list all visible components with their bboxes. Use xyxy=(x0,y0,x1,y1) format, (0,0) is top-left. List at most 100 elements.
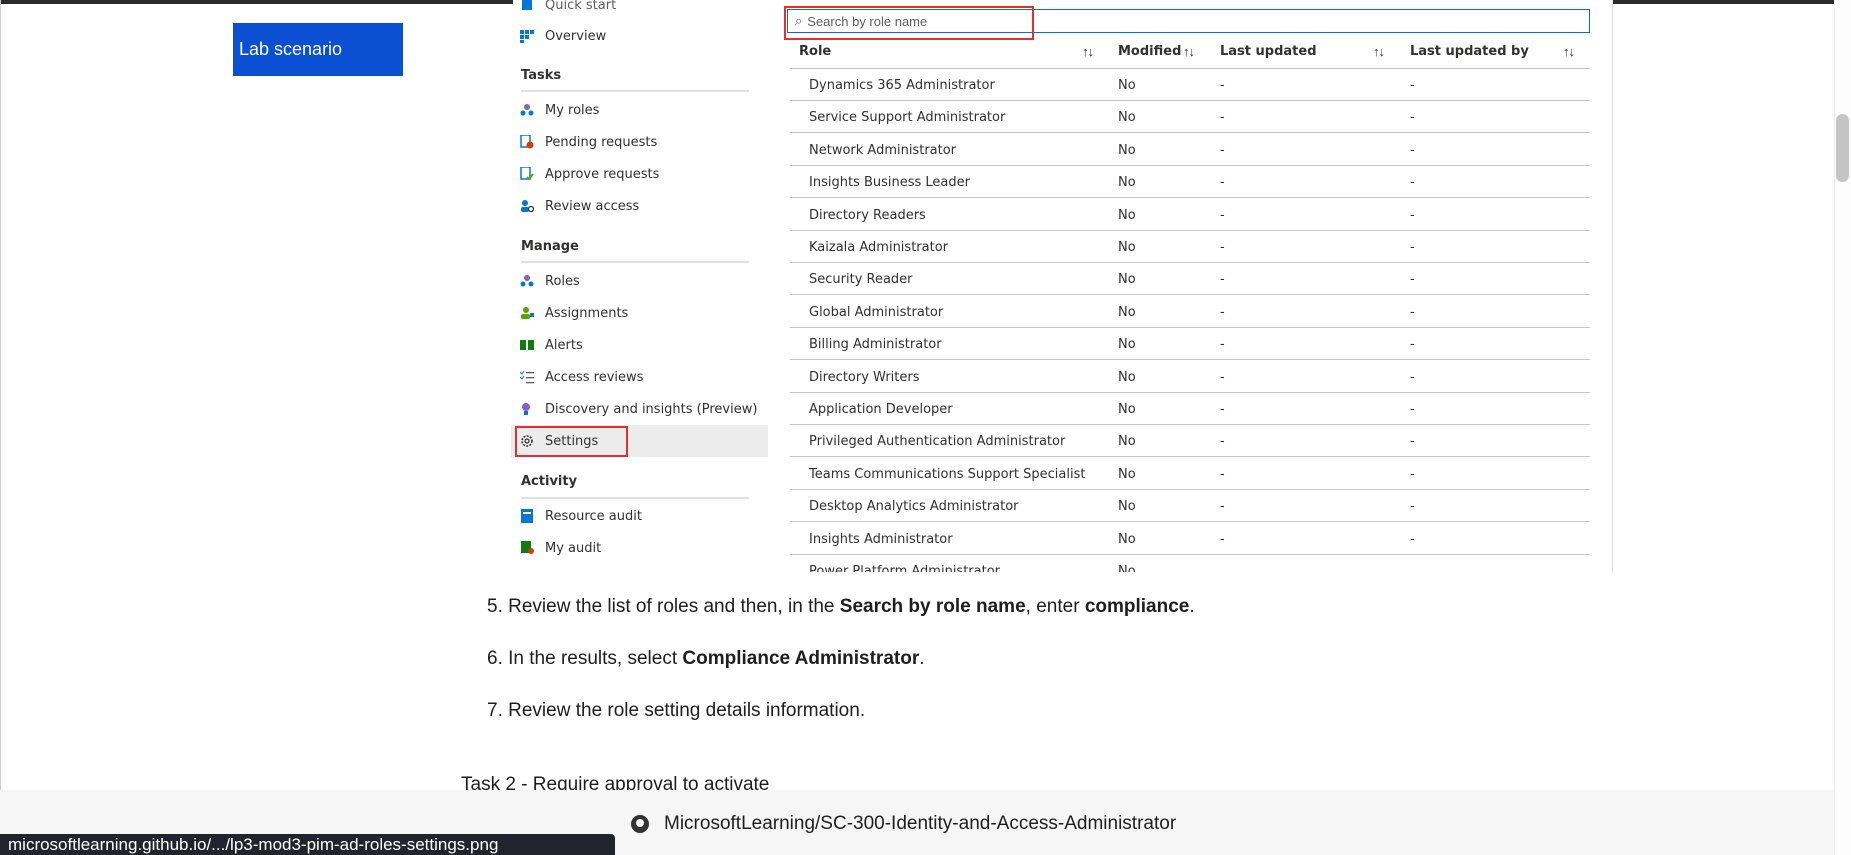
last-updated-by-cell: - xyxy=(1410,434,1415,450)
activity-header: Activity xyxy=(521,474,578,489)
audit-person-icon xyxy=(520,541,534,555)
last-updated-cell: - xyxy=(1220,499,1225,515)
divider xyxy=(521,497,749,499)
last-updated-cell: - xyxy=(1220,240,1225,255)
lightbulb-icon xyxy=(520,402,534,416)
github-icon xyxy=(631,815,649,833)
people-icon xyxy=(520,103,534,117)
role-name-cell: Directory Writers xyxy=(809,369,920,385)
lab-scenario-button[interactable]: Lab scenario xyxy=(233,23,403,76)
last-updated-cell: - xyxy=(1220,142,1225,158)
last-updated-by-cell: - xyxy=(1410,337,1415,353)
column-header-modified: Modified xyxy=(1118,44,1182,59)
sort-icon: ↑↓ xyxy=(1373,44,1385,59)
person-search-icon xyxy=(520,199,535,213)
table-row[interactable]: Privileged Authentication Administrator N… xyxy=(790,425,1590,458)
table-row[interactable]: Insights Administrator No - - xyxy=(790,523,1590,555)
sidebar-item-quick-start: Quick start xyxy=(520,0,616,19)
table-row[interactable]: Billing Administrator No - - xyxy=(790,328,1590,361)
role-name-cell: Global Administrator xyxy=(809,304,944,320)
sort-icon: ↑↓ xyxy=(1183,44,1195,59)
table-row[interactable]: Dynamics 365 Administrator No - - xyxy=(790,69,1590,101)
book-icon xyxy=(520,338,534,352)
table-row[interactable]: Kaizala Administrator No - - xyxy=(790,231,1590,263)
last-updated-by-cell: - xyxy=(1410,369,1415,385)
role-name-cell: Service Support Administrator xyxy=(809,110,1006,126)
last-updated-by-cell: - xyxy=(1410,142,1415,158)
last-updated-by-cell: - xyxy=(1410,531,1415,547)
modified-cell: No xyxy=(1118,272,1136,288)
sidebar-item-alerts: Alerts xyxy=(520,331,583,359)
modified-cell: No xyxy=(1118,434,1136,450)
step-6: 6. In the results, select Compliance Adm… xyxy=(487,648,925,669)
scrollbar-thumb[interactable] xyxy=(1836,114,1849,182)
last-updated-cell: - xyxy=(1220,337,1225,353)
role-name-cell: Directory Readers xyxy=(809,207,926,223)
document-clock-icon xyxy=(520,134,534,149)
role-name-cell: Security Reader xyxy=(809,272,913,288)
table-row[interactable]: Global Administrator No - - xyxy=(790,296,1590,328)
step-5: 5. Review the list of roles and then, in… xyxy=(487,596,1195,617)
sort-icon: ↑↓ xyxy=(1082,44,1094,59)
people-icon xyxy=(520,274,534,288)
last-updated-cell: - xyxy=(1220,78,1225,93)
last-updated-cell: - xyxy=(1220,272,1225,288)
modified-cell: No xyxy=(1118,240,1136,255)
sidebar-item-access-reviews: Access reviews xyxy=(519,363,643,391)
document-check-icon xyxy=(520,166,534,181)
last-updated-cell: - xyxy=(1220,402,1225,417)
sidebar-item-overview: Overview xyxy=(520,22,606,50)
role-name-cell: Desktop Analytics Administrator xyxy=(809,499,1019,515)
role-name-cell: Privileged Authentication Administrator xyxy=(809,434,1066,450)
modified-cell: No xyxy=(1118,110,1136,126)
sidebar-item-approve-requests: Approve requests xyxy=(520,160,659,188)
role-name-cell: Insights Business Leader xyxy=(809,175,970,191)
last-updated-cell: - xyxy=(1220,110,1225,126)
repo-link[interactable]: MicrosoftLearning/SC-300-Identity-and-Ac… xyxy=(664,813,1176,835)
person-add-icon xyxy=(520,306,534,320)
last-updated-by-cell: - xyxy=(1410,272,1415,288)
last-updated-cell: - xyxy=(1220,434,1225,450)
modified-cell: No xyxy=(1118,142,1136,158)
modified-cell: No xyxy=(1118,175,1136,191)
table-row[interactable]: Insights Business Leader No - - xyxy=(790,166,1590,199)
table-row[interactable]: Service Support Administrator No - - xyxy=(790,101,1590,134)
column-header-last-updated-by: Last updated by xyxy=(1410,44,1529,59)
last-updated-cell: - xyxy=(1220,466,1225,482)
column-header-role: Role xyxy=(799,44,832,59)
modified-cell: No xyxy=(1118,499,1136,515)
table-row[interactable]: Application Developer No - - xyxy=(790,393,1590,425)
modified-cell: No xyxy=(1118,531,1136,547)
sidebar-item-my-roles: My roles xyxy=(520,96,599,124)
last-updated-by-cell: - xyxy=(1410,175,1415,191)
overview-icon xyxy=(520,29,534,43)
screenshot-border xyxy=(1612,0,1613,572)
column-header-last-updated: Last updated xyxy=(1220,44,1317,59)
last-updated-by-cell: - xyxy=(1410,402,1415,417)
left-edge xyxy=(0,0,1,855)
modified-cell: No xyxy=(1118,369,1136,385)
table-row[interactable]: Desktop Analytics Administrator No - - xyxy=(790,490,1590,523)
last-updated-by-cell: - xyxy=(1410,240,1415,255)
sidebar-item-discovery-insights: Discovery and insights (Preview) xyxy=(520,395,757,423)
sidebar-item-resource-audit: Resource audit xyxy=(520,502,642,530)
role-name-cell: Network Administrator xyxy=(809,142,957,158)
search-highlight-box xyxy=(784,6,1034,40)
table-row[interactable]: Directory Writers No - - xyxy=(790,361,1590,393)
modified-cell: No xyxy=(1118,337,1136,353)
table-row[interactable]: Security Reader No - - xyxy=(790,263,1590,296)
modified-cell: No xyxy=(1118,304,1136,320)
last-updated-by-cell: - xyxy=(1410,78,1415,93)
modified-cell: No xyxy=(1118,78,1136,93)
modified-cell: No xyxy=(1118,207,1136,223)
divider xyxy=(521,90,749,92)
screenshot-bottom-edge xyxy=(513,572,1613,590)
table-row[interactable]: Teams Communications Support Specialist N… xyxy=(790,458,1590,490)
role-name-cell: Application Developer xyxy=(809,402,953,417)
table-row[interactable]: Directory Readers No - - xyxy=(790,199,1590,231)
checklist-icon xyxy=(519,370,534,384)
last-updated-by-cell: - xyxy=(1410,499,1415,515)
table-row[interactable]: Network Administrator No - - xyxy=(790,134,1590,166)
last-updated-cell: - xyxy=(1220,531,1225,547)
role-name-cell: Billing Administrator xyxy=(809,337,942,353)
